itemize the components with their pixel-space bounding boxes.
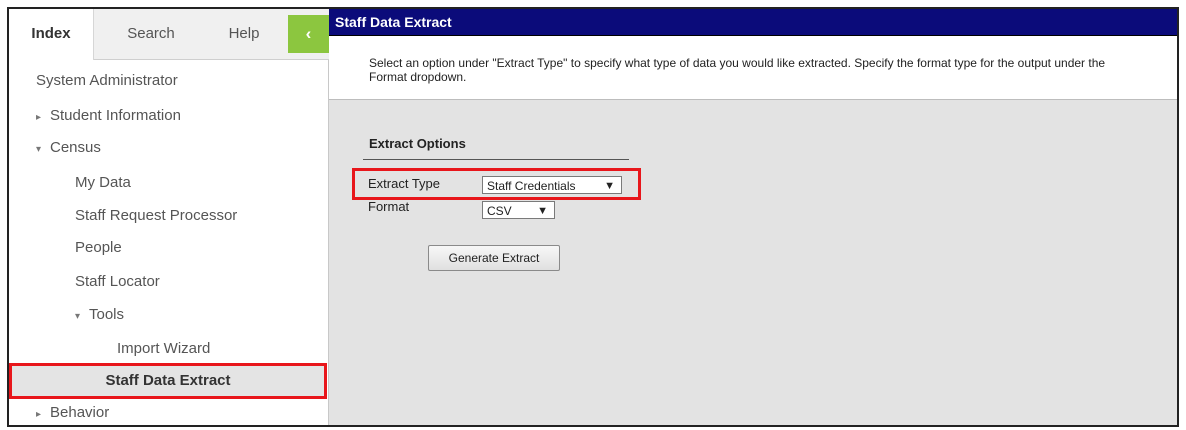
sidebar-tabs: Index Search Help ‹ bbox=[9, 9, 329, 60]
collapse-arrow-icon: ▾ bbox=[75, 311, 81, 322]
sidebar-item-label: Staff Request Processor bbox=[75, 207, 238, 224]
sidebar: Index Search Help ‹ System Administrator… bbox=[9, 9, 329, 425]
sidebar-item-census[interactable]: ▾ Census bbox=[9, 132, 354, 164]
sidebar-item-behavior[interactable]: ▸ Behavior bbox=[9, 397, 354, 425]
highlight-box-extract-type bbox=[352, 168, 641, 200]
highlight-box-sidebar bbox=[9, 363, 327, 399]
format-label: Format bbox=[368, 199, 410, 214]
sidebar-item-label: Tools bbox=[89, 306, 125, 323]
page-title: Staff Data Extract bbox=[329, 9, 1177, 36]
tab-index[interactable]: Index bbox=[9, 9, 94, 60]
format-value: CSV bbox=[487, 204, 512, 218]
tab-search[interactable]: Search bbox=[106, 9, 196, 59]
expand-arrow-icon: ▸ bbox=[36, 112, 42, 123]
main-content: Staff Data Extract Select an option unde… bbox=[329, 9, 1177, 425]
generate-extract-button[interactable]: Generate Extract bbox=[428, 245, 560, 271]
extract-options-heading: Extract Options bbox=[369, 136, 466, 151]
app-frame: Index Search Help ‹ System Administrator… bbox=[7, 7, 1179, 427]
sidebar-item-label: Import Wizard bbox=[117, 340, 211, 357]
sidebar-item-label: People bbox=[75, 239, 122, 256]
tab-help[interactable]: Help bbox=[212, 9, 276, 59]
expand-arrow-icon: ▸ bbox=[36, 409, 42, 420]
sidebar-item-label: Student Information bbox=[50, 107, 181, 124]
sidebar-item-label: System Administrator bbox=[36, 72, 178, 89]
sidebar-root-system-administrator[interactable]: System Administrator bbox=[9, 65, 354, 97]
collapse-arrow-icon: ▾ bbox=[36, 144, 42, 155]
sidebar-item-label: Census bbox=[50, 139, 101, 156]
collapse-sidebar-button[interactable]: ‹ bbox=[288, 15, 329, 53]
sidebar-item-label: Staff Locator bbox=[75, 273, 160, 290]
instructions-text: Select an option under "Extract Type" to… bbox=[329, 36, 1177, 100]
sidebar-item-student-information[interactable]: ▸ Student Information bbox=[9, 100, 354, 132]
collapse-chevron-icon: ‹ bbox=[305, 24, 312, 43]
section-divider bbox=[363, 159, 629, 160]
sidebar-item-label: Behavior bbox=[50, 404, 110, 421]
sidebar-item-label: My Data bbox=[75, 174, 131, 191]
format-select[interactable]: CSV ▼ bbox=[482, 201, 555, 219]
dropdown-caret-icon: ▼ bbox=[537, 205, 548, 217]
